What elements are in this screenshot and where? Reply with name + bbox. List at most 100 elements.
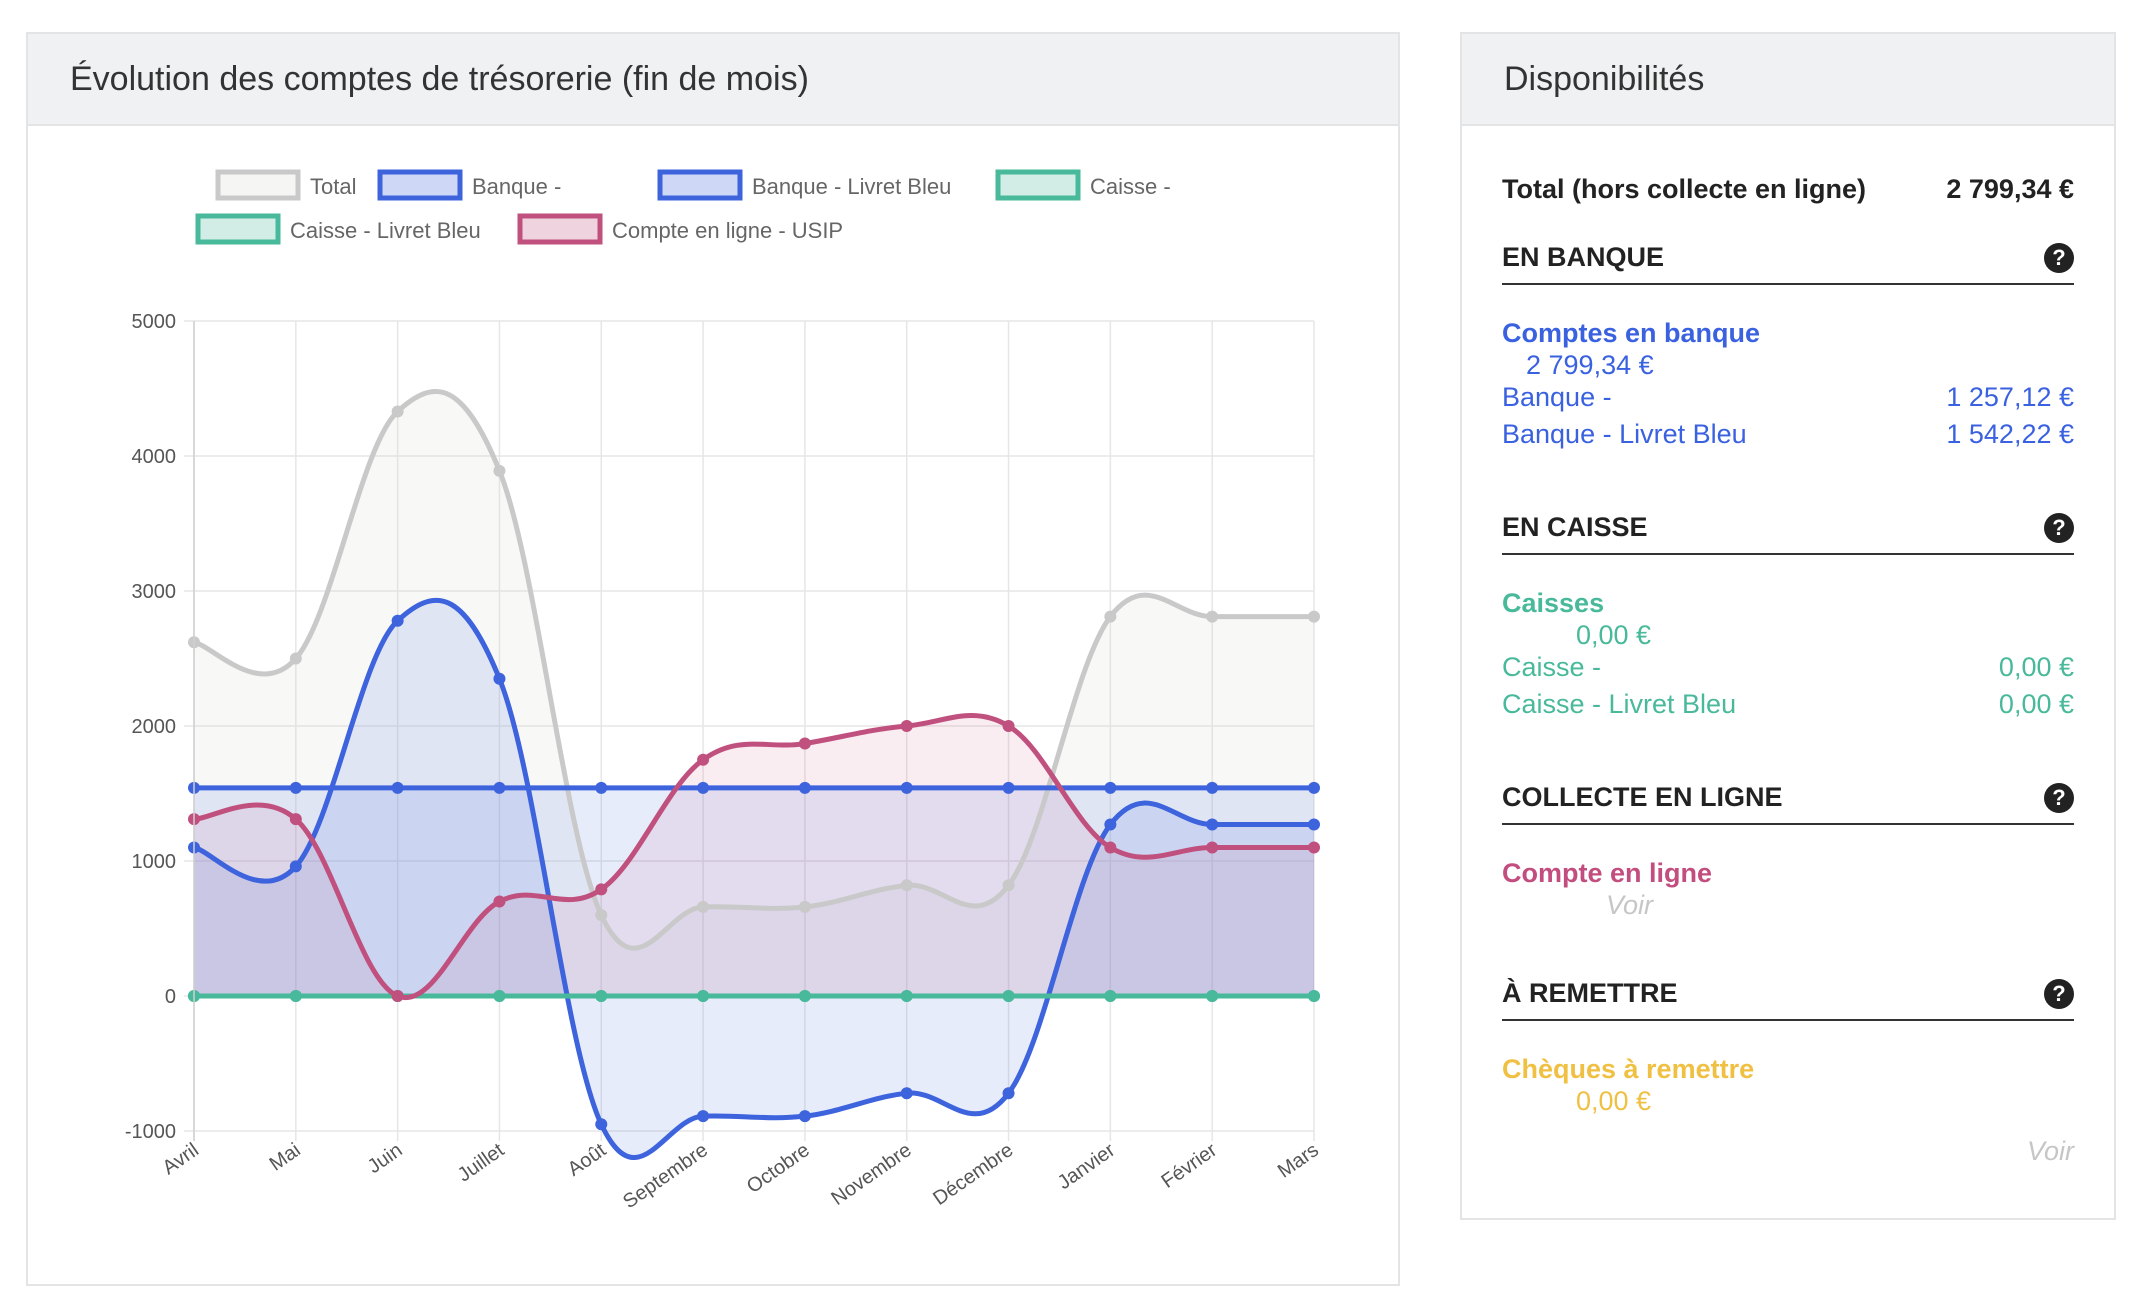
online-view-link[interactable]: Voir (1606, 890, 1653, 921)
data-point (900, 1087, 913, 1100)
x-tick-label: Mars (1274, 1139, 1323, 1183)
bank-item-label[interactable]: Banque - (1502, 382, 1612, 413)
data-point (493, 672, 506, 685)
x-tick-label: Février (1157, 1139, 1221, 1193)
availability-panel: Disponibilités Total (hors collecte en l… (1460, 32, 2116, 1220)
legend-item: Total (215, 169, 356, 201)
bank-item-value: 1 257,12 € (1946, 382, 2074, 412)
data-point (1206, 990, 1219, 1002)
y-tick-label: 1000 (132, 851, 177, 873)
legend-swatch (657, 169, 743, 201)
data-point (493, 781, 506, 794)
total-row: Total (hors collecte en ligne) 2 799,34 … (1502, 174, 2074, 205)
data-point (1104, 781, 1117, 794)
cash-accounts-total: 0,00 € (1576, 620, 1652, 650)
data-point (1206, 781, 1219, 794)
cash-item-value: 0,00 € (1998, 689, 2074, 719)
x-tick-label: Décembre (929, 1139, 1017, 1210)
legend-label: Caisse - Livret Bleu (290, 218, 481, 243)
data-point (1206, 610, 1219, 623)
section-online-title: COLLECTE EN LIGNE (1502, 782, 1783, 812)
data-point (1104, 841, 1117, 854)
data-point (1308, 990, 1320, 1002)
data-point (289, 860, 302, 873)
x-tick-label: Mai (266, 1139, 305, 1176)
data-point (1206, 818, 1219, 831)
x-tick-label: Juin (364, 1139, 407, 1178)
legend-swatch (195, 213, 281, 245)
data-point (1308, 818, 1320, 831)
bank-item-row[interactable]: Banque - 1 257,12 € (1502, 382, 2074, 413)
question-circle-icon[interactable]: ? (2044, 782, 2074, 813)
data-point (798, 990, 811, 1002)
legend-label: Caisse - (1090, 174, 1171, 199)
legend-label: Compte en ligne - USIP (612, 218, 843, 243)
cash-accounts-link[interactable]: Caisses (1502, 588, 1604, 619)
treasury-line-chart: 5000 4000 3000 2000 1000 0 -1000Avril Mai Juin Ju… (125, 169, 1323, 1213)
question-circle-icon[interactable]: ? (2044, 512, 2074, 543)
cash-item-row[interactable]: Caisse - 0,00 € (1502, 652, 2074, 683)
data-point (1104, 990, 1117, 1002)
section-bank: EN BANQUE ? (1502, 242, 2074, 285)
data-point (391, 990, 404, 1002)
x-tick-label: Avril (159, 1139, 203, 1179)
section-cash: EN CAISSE ? (1502, 512, 2074, 555)
data-point (289, 813, 302, 826)
data-point (391, 781, 404, 794)
question-circle-icon[interactable]: ? (2044, 242, 2074, 273)
data-point (493, 895, 506, 908)
cash-item-label[interactable]: Caisse - (1502, 652, 1601, 683)
legend-swatch (995, 169, 1081, 201)
legend-swatch (517, 213, 603, 245)
data-point (798, 781, 811, 794)
bank-accounts-total: 2 799,34 € (1526, 350, 1654, 380)
section-to-deposit: À REMETTRE ? (1502, 978, 2074, 1021)
y-tick-label: 3000 (132, 581, 177, 603)
data-point (697, 753, 710, 766)
legend-swatch (215, 169, 301, 201)
y-tick-label: 2000 (132, 716, 177, 738)
y-tick-label: 5000 (132, 311, 177, 333)
question-circle-icon[interactable]: ? (2044, 978, 2074, 1009)
cheques-view-link[interactable]: Voir (2027, 1136, 2074, 1167)
section-cash-title: EN CAISSE (1502, 512, 1648, 542)
chart-panel-title: Évolution des comptes de trésorerie (fin… (28, 34, 1398, 126)
online-account-link[interactable]: Compte en ligne (1502, 858, 1712, 889)
data-point (1002, 879, 1015, 892)
data-point (493, 990, 506, 1002)
data-point (697, 900, 710, 913)
bank-item-label[interactable]: Banque - Livret Bleu (1502, 419, 1747, 450)
data-point (1308, 610, 1320, 623)
legend-item: Compte en ligne - USIP (517, 213, 843, 245)
y-tick-label: 4000 (132, 446, 177, 468)
cash-item-row[interactable]: Caisse - Livret Bleu 0,00 € (1502, 689, 2074, 720)
data-point (289, 652, 302, 665)
bank-item-row[interactable]: Banque - Livret Bleu 1 542,22 € (1502, 419, 2074, 450)
cheques-link[interactable]: Chèques à remettre (1502, 1054, 1754, 1085)
cash-item-value: 0,00 € (1998, 652, 2074, 682)
y-tick-label: -1000 (125, 1121, 176, 1143)
y-tick-label: 0 (165, 986, 176, 1008)
data-point (595, 990, 608, 1002)
cash-item-label[interactable]: Caisse - Livret Bleu (1502, 689, 1736, 720)
bank-item-value: 1 542,22 € (1946, 419, 2074, 449)
data-point (798, 900, 811, 913)
section-bank-title: EN BANQUE (1502, 242, 1665, 272)
legend-item: Banque - Livret Bleu (657, 169, 951, 201)
x-tick-label: Août (564, 1139, 611, 1181)
data-point (697, 990, 710, 1002)
data-point (798, 737, 811, 750)
data-point (1308, 781, 1320, 794)
data-point (1104, 610, 1117, 623)
legend-label: Banque - Livret Bleu (752, 174, 951, 199)
data-point (697, 1110, 710, 1123)
x-tick-label: Octobre (743, 1139, 814, 1198)
legend-swatch (377, 169, 463, 201)
data-point (900, 781, 913, 794)
data-point (1308, 841, 1320, 854)
bank-accounts-link[interactable]: Comptes en banque (1502, 318, 1760, 349)
data-point (391, 614, 404, 627)
data-point (900, 879, 913, 892)
total-label: Total (hors collecte en ligne) (1502, 174, 1867, 204)
legend-label: Banque - (472, 174, 561, 199)
